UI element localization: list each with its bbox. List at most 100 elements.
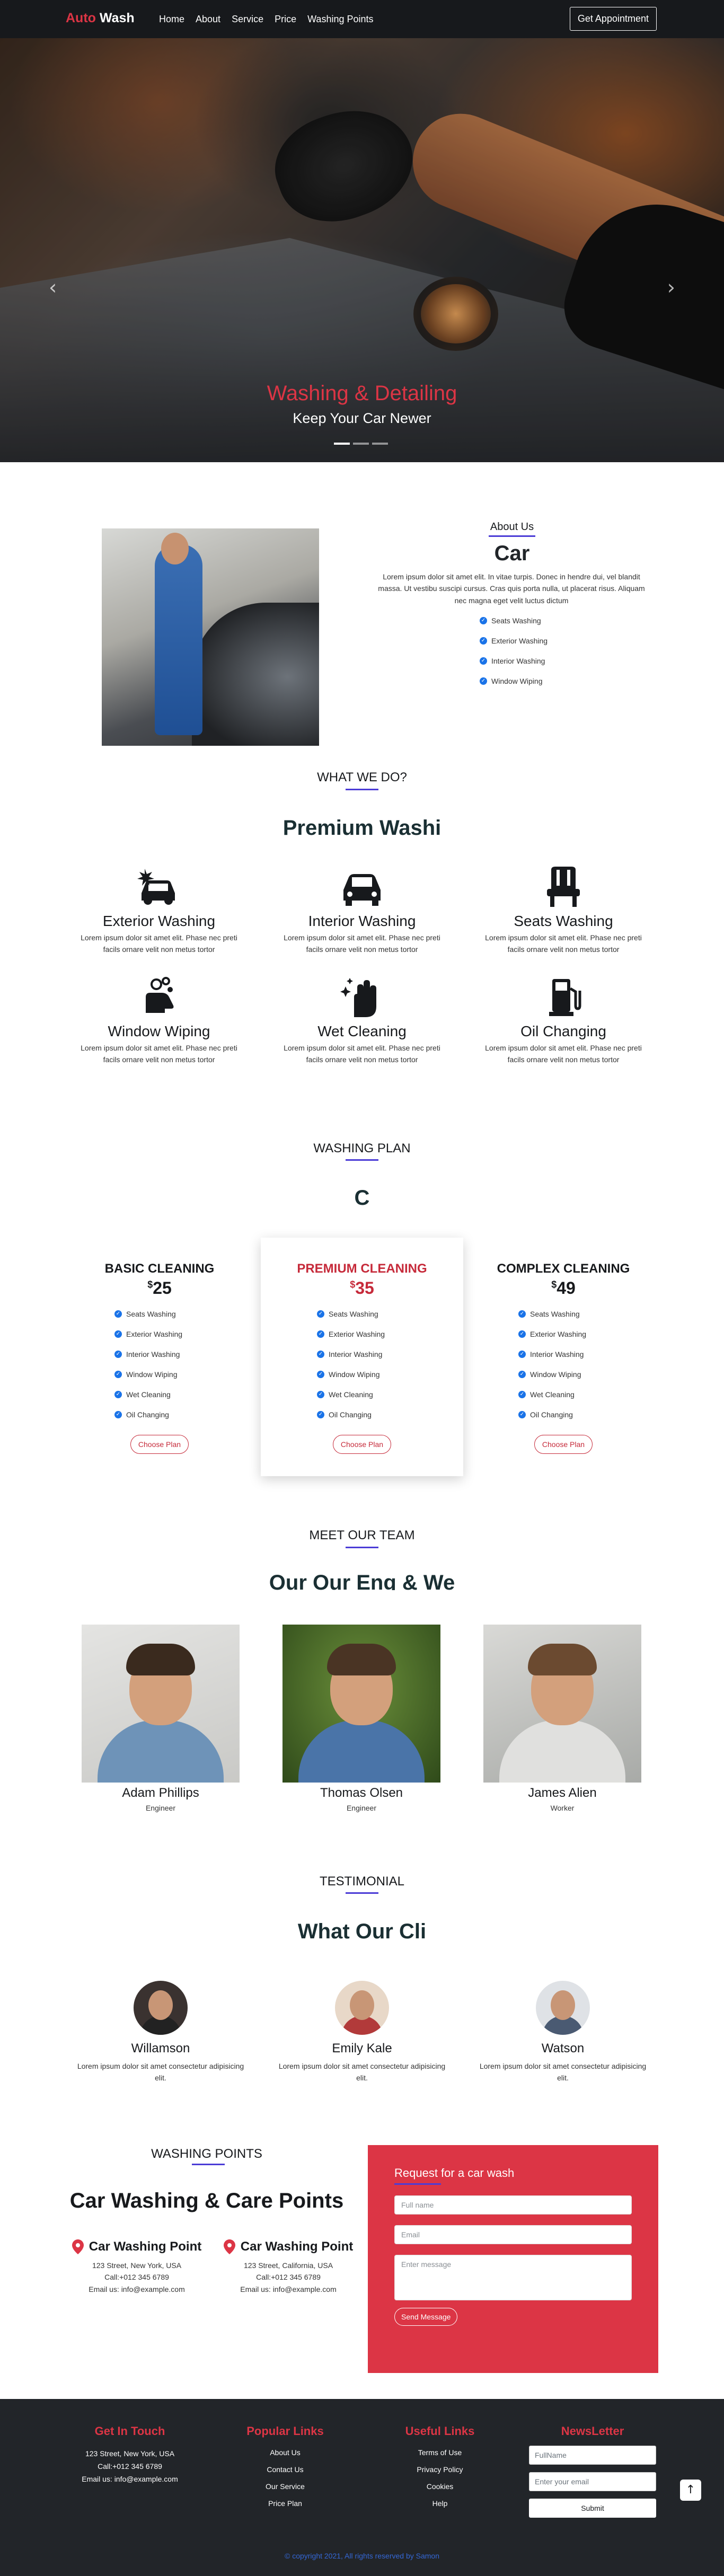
service-text: Lorem ipsum dolor sit amet elit. Phase n…	[284, 933, 440, 954]
message-field[interactable]	[394, 2255, 632, 2300]
footer-link-contact-us[interactable]: Contact Us	[206, 2466, 365, 2473]
plan-feature-label: Exterior Washing	[126, 1330, 183, 1338]
plan-feature: ✓ Window Wiping	[317, 1370, 407, 1379]
footer-popular-links: Popular Links About Us Contact Us Our Se…	[206, 2424, 365, 2517]
choose-plan-button[interactable]: Choose Plan	[332, 1435, 392, 1454]
team-member-name: Adam Phillips	[122, 1786, 199, 1800]
team-photo-hair	[327, 1644, 396, 1675]
service-text: Lorem ipsum dolor sit amet elit. Phase n…	[81, 1044, 237, 1064]
footer-popular-list: About Us Contact Us Our Service Price Pl…	[206, 2449, 365, 2507]
service-card: Exterior Washing Lorem ipsum dolor sit a…	[80, 864, 239, 956]
plan-card-basic: BASIC CLEANING $25 ✓ Seats Washing ✓ Exter…	[58, 1261, 261, 1454]
plan-feature-label: Oil Changing	[126, 1410, 169, 1419]
nav-menu: Home About Service Price Washing Points	[159, 14, 374, 25]
check-circle-icon: ✓	[480, 637, 487, 645]
arrow-up-icon[interactable]: ↑	[680, 2480, 701, 2501]
footer-link-help[interactable]: Help	[360, 2500, 519, 2507]
plan-feature-label: Wet Cleaning	[329, 1390, 373, 1399]
team-label: MEET OUR TEAM	[309, 1528, 415, 1542]
washing-point-details: 123 Street, California, USA Call:+012 34…	[214, 2260, 363, 2295]
footer-newsletter: NewsLetter Submit	[513, 2424, 672, 2518]
choose-plan-button[interactable]: Choose Plan	[130, 1435, 189, 1454]
team-photo-body	[499, 1720, 625, 1783]
check-circle-icon: ✓	[114, 1351, 122, 1358]
choose-plan-button[interactable]: Choose Plan	[534, 1435, 593, 1454]
avatar-face	[551, 1990, 575, 2020]
carousel-indicators	[334, 443, 388, 445]
nav-item-price[interactable]: Price	[275, 14, 296, 25]
footer-link-privacy[interactable]: Privacy Policy	[360, 2466, 519, 2473]
plan-feature: ✓ Seats Washing	[114, 1310, 205, 1318]
chevron-right-icon[interactable]: ›	[667, 276, 675, 299]
washing-point-card: Car Washing Point 123 Street, California…	[214, 2239, 363, 2295]
brand-part-auto: Auto	[66, 11, 96, 25]
footer-link-cookies[interactable]: Cookies	[360, 2483, 519, 2490]
plan-feature-label: Exterior Washing	[530, 1330, 587, 1338]
footer-call: Call:+012 345 6789	[98, 2462, 162, 2471]
carousel-indicator-1[interactable]	[334, 443, 350, 445]
service-card: Seats Washing Lorem ipsum dolor sit amet…	[484, 864, 643, 956]
plan-feature: ✓ Exterior Washing	[114, 1330, 205, 1338]
send-message-button[interactable]: Send Message	[394, 2308, 458, 2326]
washing-point-call: Call:+012 345 6789	[104, 2273, 169, 2282]
about-image-car	[192, 603, 319, 746]
nav-item-home[interactable]: Home	[159, 14, 184, 25]
full-name-field[interactable]	[394, 2195, 632, 2215]
nav-item-service[interactable]: Service	[232, 14, 263, 25]
footer-link-price-plan[interactable]: Price Plan	[206, 2500, 365, 2507]
testimonial-name: Willamson	[131, 2041, 190, 2055]
footer-link-terms[interactable]: Terms of Use	[360, 2449, 519, 2456]
plan-feature-label: Seats Washing	[126, 1310, 176, 1318]
seat-icon	[540, 864, 587, 910]
plan-feature: ✓ Interior Washing	[114, 1350, 205, 1358]
plan-feature-label: Seats Washing	[329, 1310, 378, 1318]
team-member-name: James Alien	[528, 1786, 597, 1800]
washing-point-details: 123 Street, New York, USA Call:+012 345 …	[63, 2260, 211, 2295]
newsletter-submit-button[interactable]: Submit	[529, 2499, 656, 2518]
carousel-indicator-2[interactable]	[353, 443, 369, 445]
newsletter-email-field[interactable]	[529, 2472, 656, 2491]
check-circle-icon: ✓	[114, 1310, 122, 1318]
washing-point-name: Car Washing Point	[89, 2239, 202, 2254]
newsletter-name-field[interactable]	[529, 2446, 656, 2465]
copyright: © copyright 2021, All rights reserved by…	[284, 2552, 440, 2560]
plans-label: WASHING PLAN	[313, 1141, 411, 1155]
plan-feature: ✓ Exterior Washing	[518, 1330, 608, 1338]
chevron-left-icon[interactable]: ‹	[49, 276, 57, 299]
nav-item-about[interactable]: About	[196, 14, 220, 25]
brand-logo[interactable]: Auto Wash	[66, 11, 135, 26]
footer-link-about-us[interactable]: About Us	[206, 2449, 365, 2456]
plans-underline	[346, 1159, 378, 1161]
washing-point-address: 123 Street, New York, USA	[92, 2261, 182, 2270]
footer-useful-links: Useful Links Terms of Use Privacy Policy…	[360, 2424, 519, 2517]
team-photo	[82, 1625, 240, 1783]
check-circle-icon: ✓	[317, 1310, 324, 1318]
washing-points-title: Car Washing & Care Points	[69, 2189, 344, 2212]
check-circle-icon: ✓	[518, 1391, 526, 1398]
plan-feature-label: Seats Washing	[530, 1310, 580, 1318]
washing-point-name: Car Washing Point	[240, 2239, 354, 2254]
team-title: Our Our Eng & We	[269, 1572, 455, 1590]
check-circle-icon: ✓	[480, 617, 487, 624]
check-circle-icon: ✓	[518, 1351, 526, 1358]
check-circle-icon: ✓	[518, 1310, 526, 1318]
about-feature-label: Exterior Washing	[491, 637, 548, 645]
about-feature-label: Seats Washing	[491, 616, 541, 625]
testimonial-card: Willamson Lorem ipsum dolor sit amet con…	[73, 1981, 248, 2084]
washing-point-call: Call:+012 345 6789	[256, 2273, 321, 2282]
check-circle-icon: ✓	[480, 677, 487, 685]
request-form-title: Request for a car wash	[394, 2166, 515, 2180]
plan-feature-list: ✓ Seats Washing ✓ Exterior Washing ✓ Interi…	[317, 1310, 407, 1419]
email-field[interactable]	[394, 2225, 632, 2244]
nav-item-washing-points[interactable]: Washing Points	[307, 14, 373, 25]
testimonial-text: Lorem ipsum dolor sit amet consectetur a…	[479, 2062, 647, 2083]
services-underline	[346, 789, 378, 790]
carousel-indicator-3[interactable]	[372, 443, 388, 445]
hand-wash-icon	[135, 974, 183, 1020]
footer-link-our-service[interactable]: Our Service	[206, 2483, 365, 2490]
get-appointment-button[interactable]: Get Appointment	[569, 7, 657, 31]
service-card: Interior Washing Lorem ipsum dolor sit a…	[282, 864, 442, 956]
request-form-underline	[394, 2183, 441, 2185]
plan-feature-label: Window Wiping	[126, 1370, 178, 1379]
plan-feature: ✓ Interior Washing	[518, 1350, 608, 1358]
